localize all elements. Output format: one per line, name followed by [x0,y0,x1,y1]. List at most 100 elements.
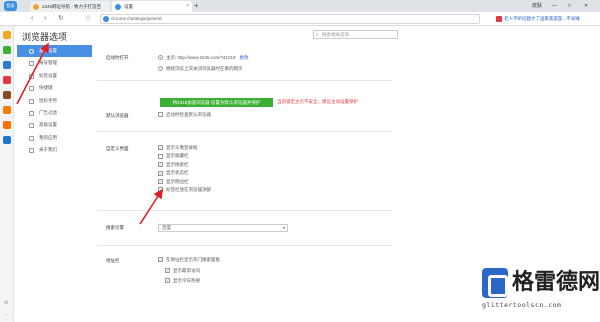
custom-ui-option[interactable]: ✓ 显示头像登录框 [158,145,198,151]
address-bar-option[interactable]: ✓ 在地址栏显示热门搜索面板 [158,257,220,263]
bookmark-star-icon[interactable]: ☆ [85,12,91,26]
startup-section-label: 启动时打开 [106,55,129,60]
check-default-checkbox[interactable] [158,112,163,118]
tab-icon [29,73,34,79]
browser-logo[interactable]: 登录 [4,1,17,11]
settings-nav: 基本设置 账号管理 标签设置 快捷键 鼠标手势 广告过滤 高级设置 我的应用 关… [17,45,92,157]
watermark-url: glittertoolscn.com [482,301,562,309]
apps-icon[interactable] [3,136,11,144]
startup-restore-option[interactable]: 继续浏览上次关闭浏览器时在看的网页 [158,66,243,72]
news-text: 老人不听问题大了国家家庭医...不早睡 [504,16,580,21]
news-icon [496,15,502,22]
address-bar[interactable]: chrome://settings/general [100,14,480,24]
downloads-icon[interactable] [3,46,11,54]
nav-item-about[interactable]: 关于我们 [17,144,92,156]
tab-2345-nav[interactable]: 2345网址导航 - 致力于打造百 [30,1,110,12]
weibo-icon[interactable] [3,61,11,69]
nav-item-shortcuts[interactable]: 快捷键 [17,82,92,94]
custom-ui-option[interactable]: ✓ 显示侧边栏 [158,179,189,185]
custom-ui-checkbox[interactable]: ✓ [158,178,163,184]
custom-ui-checkbox[interactable]: ✓ [158,170,163,176]
settings-favicon-icon [115,4,121,10]
watermark-brand: 格雷德网 [512,270,600,295]
search-engine-select[interactable]: 百度 ▾ [158,224,288,232]
close-tab-icon[interactable]: × [186,1,189,12]
nav-item-apps[interactable]: 我的应用 [17,132,92,144]
custom-ui-text: 标签栏放在浏览器顶部 [166,187,211,192]
custom-ui-checkbox[interactable]: ✓ [158,145,163,151]
settings-gear-icon[interactable]: ⚙ [4,300,8,306]
custom-ui-checkbox[interactable]: ✓ [158,162,163,168]
nav-label: 鼠标手势 [39,97,57,103]
custom-ui-text: 显示头像登录框 [166,145,198,150]
custom-ui-checkbox[interactable] [158,153,163,159]
nav-item-tabs[interactable]: 标签设置 [17,70,92,82]
nav-item-adblock[interactable]: 广告过滤 [17,107,92,119]
chevron-down-icon: ▾ [282,225,285,230]
custom-ui-checkbox[interactable] [158,187,163,193]
video-icon[interactable] [3,106,11,114]
advanced-icon [29,123,34,129]
section-divider [97,80,392,81]
change-homepage-link[interactable]: 更改 [240,55,249,60]
nav-label: 账号管理 [39,60,57,66]
startup-homepage-option[interactable]: 主页: http://www.2345.com/?41019 更改 [158,55,249,61]
search-engine-section-label: 搜索引擎 [106,225,124,230]
forward-button[interactable]: › [44,12,46,26]
address-bar-option[interactable]: ✓ 显示最常访问 [165,268,200,274]
site-security-icon [103,16,109,22]
skin-button[interactable]: 皮肤 [532,0,542,12]
custom-ui-option[interactable]: ✓ 显示状态栏 [158,170,189,176]
address-bar-checkbox[interactable]: ✓ [158,257,163,263]
nav-label: 高级设置 [39,122,57,128]
info-icon [29,148,34,154]
restore-radio[interactable] [158,66,163,72]
minimize-button[interactable]: — [552,0,557,12]
more-icon[interactable]: ⋯ [4,312,9,318]
homepage-radio[interactable] [158,55,163,61]
nav-item-gestures[interactable]: 鼠标手势 [17,95,92,107]
tab-title: 2345网址导航 - 致力于打造百 [42,4,102,9]
close-window-button[interactable]: ✕ [584,0,588,12]
address-bar-option[interactable]: ✓ 显示今日热搜 [165,278,200,284]
nav-label: 快捷键 [39,85,53,91]
nav-label: 标签设置 [39,72,57,78]
nav-item-basic[interactable]: 基本设置 [17,45,92,58]
nav-item-advanced[interactable]: 高级设置 [17,119,92,131]
news-ticker[interactable]: 老人不听问题大了国家家庭医...不早睡 [496,15,596,23]
address-bar-checkbox[interactable]: ✓ [165,267,170,273]
favorites-icon[interactable] [3,31,11,39]
taobao-icon[interactable] [3,121,11,129]
nav-item-account[interactable]: 账号管理 [17,57,92,69]
custom-ui-option[interactable]: 标签栏放在浏览器顶部 [158,187,211,193]
watermark-logo-icon [482,268,508,298]
address-bar-checkbox[interactable]: ✓ [165,278,170,284]
custom-ui-option[interactable]: ✓ 显示搜索栏 [158,162,189,168]
page-title: 浏览器选项 [22,32,68,42]
set-default-browser-button[interactable]: 将2345加速浏览器 设置为默认浏览器并保护 [160,98,273,107]
new-tab-button[interactable]: + [194,0,199,12]
check-default-option[interactable]: 启动时检查默认浏览器 [158,112,211,118]
restore-text: 继续浏览上次关闭浏览器时在看的网页 [166,66,243,71]
mouse-icon [29,98,34,104]
custom-ui-text: 显示搜索栏 [166,161,189,167]
gear-icon [29,49,34,54]
reload-button[interactable]: ↻ [58,12,64,26]
custom-ui-text: 显示侧边栏 [166,178,189,184]
tab-settings[interactable]: 设置 × [112,1,192,12]
watermark: 格雷德网 glittertoolscn.com [482,268,600,318]
custom-ui-option[interactable]: 显示收藏栏 [158,153,189,159]
site-favicon-icon [33,4,39,10]
address-bar-text: 在地址栏显示热门搜索面板 [166,257,220,262]
address-bar-text: 显示今日热搜 [173,278,200,283]
game-icon[interactable] [3,91,11,99]
url-text: chrome://settings/general [111,16,162,21]
settings-search-input[interactable]: ⌕ 搜索相关选项 [313,30,398,39]
maximize-button[interactable]: □ [568,0,571,12]
tab-title: 设置 [124,4,133,9]
shopping-icon[interactable] [3,76,11,84]
default-browser-warning: 当前锁定主页不安全，建议主动设置保护 [277,99,358,104]
back-button[interactable]: ‹ [31,12,33,26]
custom-ui-text: 显示收藏栏 [166,153,189,159]
search-icon: ⌕ [316,32,319,38]
